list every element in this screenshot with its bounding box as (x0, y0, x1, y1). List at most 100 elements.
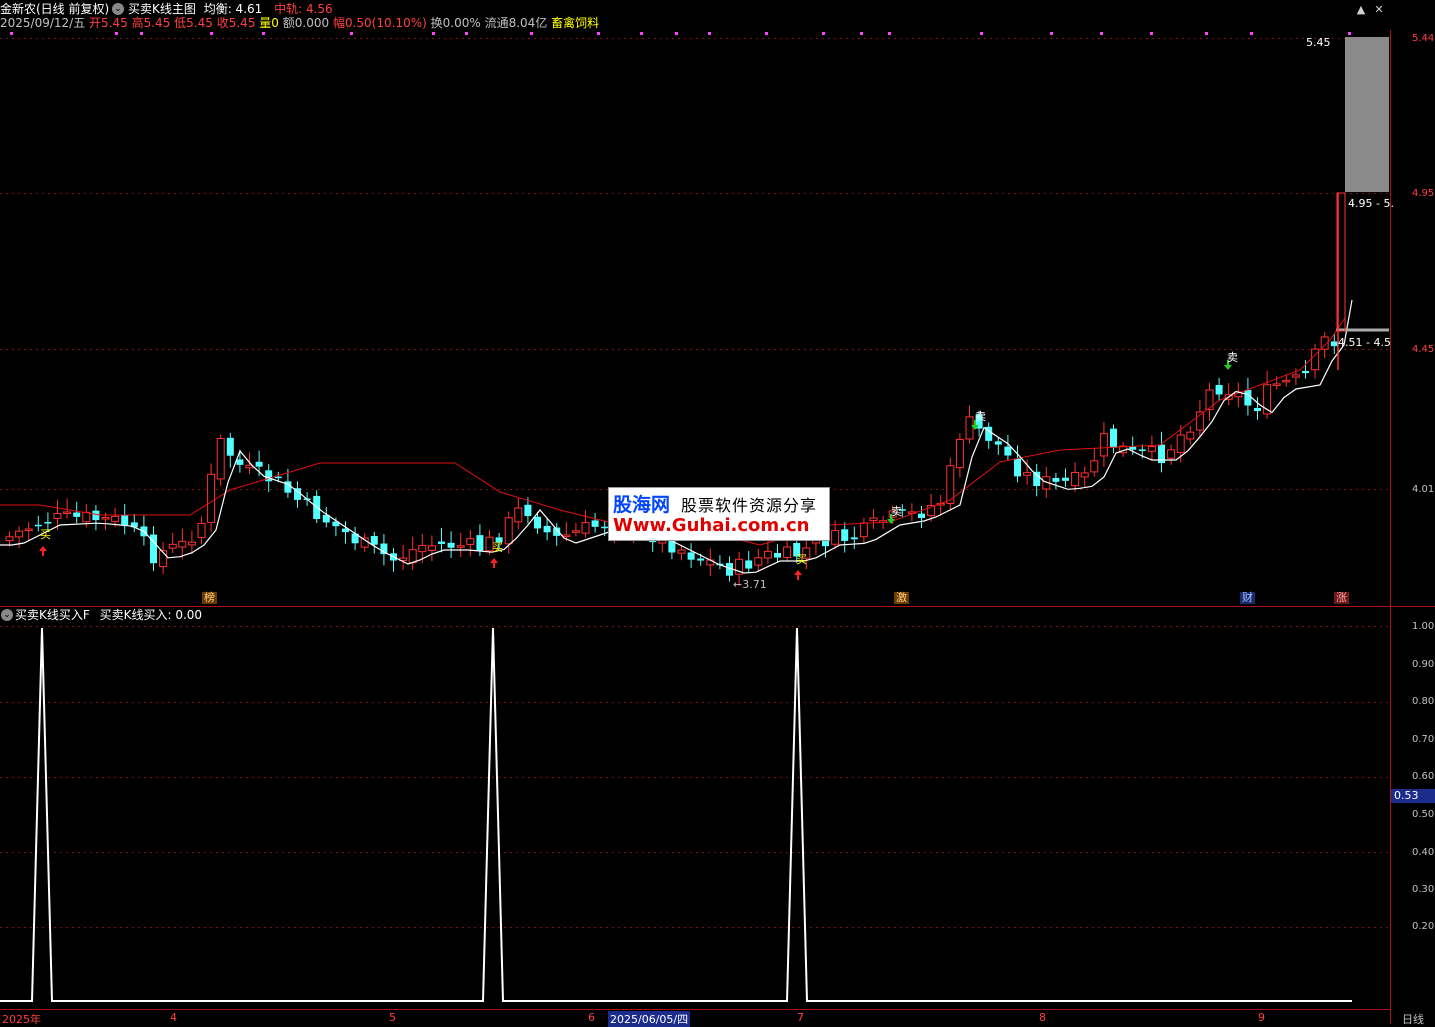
candle-body (1004, 446, 1012, 456)
x-axis-label: 7 (797, 1011, 804, 1024)
candle-body (1052, 477, 1060, 482)
buy-signal-text: 买 (40, 528, 51, 541)
candle-body (1080, 472, 1089, 478)
sell-signal-text: 卖 (891, 505, 902, 518)
candles (5, 332, 1338, 586)
candle-body (92, 510, 100, 521)
candle-body (1254, 407, 1261, 412)
candle-body (187, 541, 196, 546)
candle-body (216, 437, 225, 480)
candle-body (1282, 379, 1291, 383)
candle-body (447, 542, 455, 548)
event-marker (350, 32, 353, 35)
candle-body (121, 515, 129, 526)
main-gridlines (0, 38, 1390, 490)
candle-body (1330, 341, 1338, 347)
candle-body (1071, 471, 1080, 487)
candle-body (745, 560, 753, 569)
candle-body (73, 512, 81, 517)
candle-body (5, 536, 14, 542)
candle-body (1062, 477, 1069, 481)
candle-body (859, 522, 868, 538)
price-axis-label: 5.44 (1412, 33, 1435, 44)
candle-body (504, 517, 513, 545)
range-label-lower: 4.51 - 4.5 (1338, 336, 1391, 349)
price-axis-label: 4.45 (1412, 344, 1435, 355)
candle-body (427, 545, 436, 551)
sub-axis-label: 0.50 (1412, 809, 1435, 820)
event-marker (765, 32, 768, 35)
candle-body (255, 461, 263, 467)
candle-body (562, 534, 571, 537)
candle-body (476, 535, 484, 551)
sub-axis-label: 0.80 (1412, 696, 1435, 707)
event-markers (10, 32, 1351, 35)
candle-body (418, 545, 427, 553)
sub-axis-label: 0.60 (1412, 771, 1435, 782)
candle-body (754, 557, 763, 566)
sub-current-value: 0.53 (1391, 789, 1435, 803)
candle-body (408, 549, 417, 564)
sub-header: 买卖K线买入F 买卖K线买入: 0.00 (15, 608, 202, 622)
candle-body (1302, 370, 1309, 374)
x-axis-cursor-date: 2025/06/05/四 (608, 1011, 691, 1027)
candle-body (1272, 383, 1281, 386)
badge-ji[interactable]: 激 (894, 592, 909, 604)
candle-body (763, 550, 772, 559)
candle-body (850, 537, 858, 540)
sub-axis-label: 0.30 (1412, 884, 1435, 895)
candle-body (534, 516, 541, 529)
sell-signal-text: 卖 (975, 410, 986, 423)
candle-body (24, 528, 33, 532)
candle-body (1014, 458, 1021, 477)
event-marker (530, 32, 533, 35)
x-axis-label: 8 (1039, 1011, 1046, 1024)
candle-body (1167, 449, 1176, 459)
event-marker (140, 32, 143, 35)
candle-body (591, 520, 599, 527)
period-label[interactable]: 日线 (1402, 1011, 1424, 1027)
sub-indicator-name[interactable]: 买卖K线买入F (15, 608, 90, 622)
sub-axis-label: 0.90 (1412, 659, 1435, 670)
candle-body (44, 522, 52, 524)
event-marker (1348, 32, 1351, 35)
event-marker (708, 32, 711, 35)
candle-body (994, 441, 1002, 445)
candle-body (955, 438, 964, 469)
sub-gridlines (0, 626, 1390, 928)
event-marker (432, 32, 435, 35)
candle-body (207, 473, 216, 523)
candle-body (1129, 446, 1137, 450)
x-axis-label: 5 (389, 1011, 396, 1024)
candle-body (82, 511, 91, 523)
badge-zhang[interactable]: 涨 (1334, 592, 1349, 604)
candle-body (822, 540, 829, 547)
candle-body (965, 416, 974, 440)
candle-body (168, 543, 177, 549)
candle-body (697, 558, 705, 561)
sub-axis-label: 1.00 (1412, 621, 1435, 632)
candle-body (466, 538, 475, 545)
event-marker (1150, 32, 1153, 35)
candle-body (1138, 449, 1146, 451)
candle-body (456, 545, 465, 548)
candle-body (1147, 446, 1156, 452)
price-top-label: 5.45 (1306, 36, 1331, 49)
watermark-url: Www.Guhai.com.cn (613, 515, 810, 536)
event-marker (210, 32, 213, 35)
buy-signal-line (0, 627, 1352, 1002)
badge-cai[interactable]: 财 (1240, 592, 1255, 604)
candle-body (514, 507, 523, 523)
candle-body (774, 552, 781, 558)
candle-body (1186, 431, 1195, 440)
event-marker (1250, 32, 1253, 35)
candle-body (438, 541, 445, 544)
chevron-down-icon[interactable]: ⌄ (1, 609, 13, 621)
event-marker (262, 32, 265, 35)
event-marker (675, 32, 678, 35)
candle-body (1090, 460, 1099, 473)
price-axis-label: 4.95 (1412, 188, 1435, 199)
candle-body (101, 517, 110, 520)
badge-bang[interactable]: 榜 (202, 592, 217, 604)
candle-body (1291, 374, 1300, 378)
